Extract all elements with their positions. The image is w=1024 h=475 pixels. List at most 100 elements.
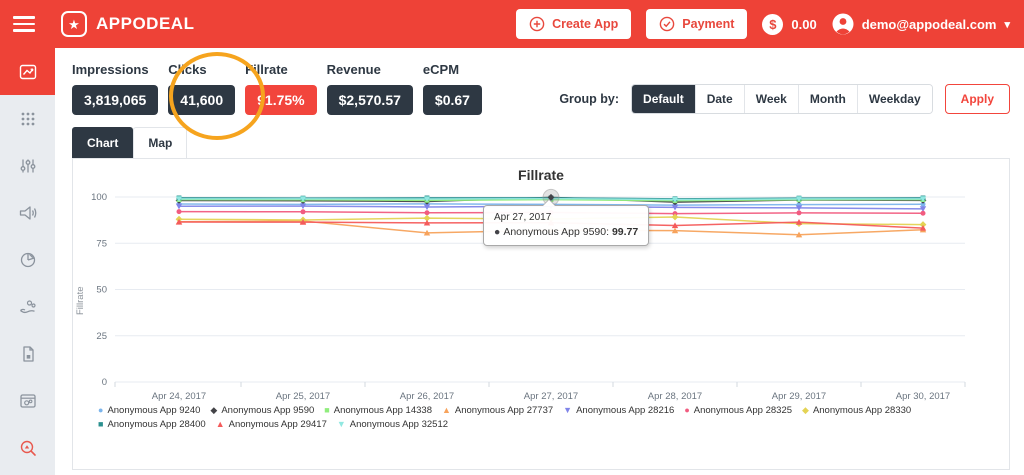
svg-text:Apr 25, 2017: Apr 25, 2017: [276, 391, 330, 402]
stat-label: Clicks: [168, 62, 207, 77]
sidebar-item-line-chart[interactable]: [0, 48, 55, 95]
stat-ecpm: eCPM $0.67: [422, 62, 482, 115]
plus-circle-icon: [529, 16, 545, 32]
document-icon: [22, 345, 34, 362]
legend-label: Anonymous App 9590: [221, 405, 315, 416]
group-by-option-weekday[interactable]: Weekday: [857, 85, 932, 113]
stat-impressions: Impressions 3,819,065: [72, 62, 159, 115]
sidebar: [0, 48, 55, 475]
payment-button[interactable]: Payment: [646, 9, 748, 39]
stat-value-badge[interactable]: $2,570.57: [326, 85, 413, 115]
caret-down-icon: ▾: [1004, 18, 1010, 31]
star-icon: ★: [61, 11, 87, 37]
svg-text:100: 100: [91, 192, 107, 203]
group-by-controls: Group by: Default Date Week Month Weekday Ap…: [559, 84, 1010, 114]
megaphone-icon: [19, 205, 36, 220]
stat-label: Fillrate: [245, 62, 288, 77]
stat-value-badge[interactable]: 3,819,065: [72, 85, 159, 115]
chart-tooltip: Apr 27, 2017 ● Anonymous App 9590: 99.77: [483, 199, 650, 246]
sidebar-item-promote[interactable]: [0, 189, 55, 236]
legend-marker-icon: ▲: [215, 419, 225, 429]
stats-bar: Impressions 3,819,065 Clicks 41,600 Fillrate…: [72, 62, 1010, 115]
sidebar-item-settings[interactable]: [0, 142, 55, 189]
sidebar-item-apps[interactable]: [0, 95, 55, 142]
stats-row: Impressions 3,819,065 Clicks 41,600 Fillrate…: [72, 62, 482, 115]
legend-label: Anonymous App 28330: [812, 405, 912, 416]
legend-marker-icon: ●: [98, 405, 104, 415]
monetization-hand-icon: [19, 299, 36, 313]
sidebar-item-reports[interactable]: [0, 236, 55, 283]
stat-label: eCPM: [422, 62, 460, 77]
create-app-button[interactable]: Create App: [516, 9, 632, 39]
legend-label: Anonymous App 28325: [693, 405, 793, 416]
search-analytics-icon: [20, 440, 36, 456]
group-by-option-default[interactable]: Default: [632, 85, 696, 113]
user-menu[interactable]: demo@appodeal.com ▾: [832, 13, 1010, 35]
legend-label: Anonymous App 32512: [349, 419, 449, 430]
stat-value-badge[interactable]: 91.75%: [245, 85, 317, 115]
user-email: demo@appodeal.com: [861, 16, 997, 32]
app-gears-icon: [19, 393, 36, 408]
stat-value-badge[interactable]: 41,600: [168, 85, 236, 115]
legend-label: Anonymous App 9240: [107, 405, 201, 416]
tooltip-date: Apr 27, 2017: [494, 212, 552, 223]
svg-text:50: 50: [96, 285, 107, 296]
legend-label: Anonymous App 28216: [576, 405, 675, 416]
svg-text:Apr 27, 2017: Apr 27, 2017: [524, 391, 578, 402]
svg-text:Apr 29, 2017: Apr 29, 2017: [772, 391, 826, 402]
group-by-option-week[interactable]: Week: [744, 85, 799, 113]
create-app-label: Create App: [552, 17, 619, 31]
stat-label: Revenue: [326, 62, 381, 77]
hamburger-menu-icon[interactable]: [13, 12, 35, 36]
check-circle-icon: [659, 16, 675, 32]
legend-item[interactable]: ● Anonymous App 9240: [98, 405, 200, 416]
svg-text:75: 75: [96, 238, 107, 249]
legend-item[interactable]: ■ Anonymous App 28400: [98, 419, 206, 430]
sidebar-item-monetize[interactable]: [0, 283, 55, 330]
sidebar-item-app-settings[interactable]: [0, 377, 55, 424]
stat-fillrate: Fillrate 91.75%: [245, 62, 317, 115]
tooltip-value: 99.77: [611, 226, 639, 238]
svg-text:Apr 24, 2017: Apr 24, 2017: [152, 391, 206, 402]
user-avatar-icon: [832, 13, 854, 35]
svg-text:Apr 30, 2017: Apr 30, 2017: [896, 391, 950, 402]
app-header: ★ APPODEAL Create App Payment $ 0.00 dem…: [0, 0, 1024, 48]
group-by-segmented-control: Default Date Week Month Weekday: [631, 84, 933, 114]
legend-label: Anonymous App 28400: [107, 419, 206, 430]
legend-item[interactable]: ● Anonymous App 28325: [684, 405, 792, 416]
line-chart-icon: [19, 64, 36, 79]
brand-name: APPODEAL: [96, 14, 195, 33]
view-tabs: Chart Map: [72, 127, 1010, 158]
group-by-option-date[interactable]: Date: [695, 85, 745, 113]
sidebar-item-search-analytics[interactable]: [0, 424, 55, 471]
balance[interactable]: $ 0.00: [762, 13, 817, 35]
payment-label: Payment: [682, 17, 735, 31]
stat-label: Impressions: [72, 62, 149, 77]
sidebar-item-documents[interactable]: [0, 330, 55, 377]
legend-marker-icon: ◆: [802, 405, 809, 415]
legend-item[interactable]: ◆ Anonymous App 28330: [802, 405, 911, 416]
stat-value-badge[interactable]: $0.67: [422, 85, 482, 115]
svg-text:Fillrate: Fillrate: [75, 286, 86, 315]
group-by-option-month[interactable]: Month: [798, 85, 858, 113]
apply-button[interactable]: Apply: [944, 84, 1010, 114]
legend-label: Anonymous App 27737: [454, 405, 554, 416]
legend-marker-icon: ●: [684, 405, 690, 415]
legend-item[interactable]: ■ Anonymous App 14338: [324, 405, 432, 416]
tab-chart[interactable]: Chart: [72, 127, 134, 158]
legend-item[interactable]: ▲ Anonymous App 27737: [442, 405, 553, 416]
legend-item[interactable]: ▼ Anonymous App 28216: [563, 405, 674, 416]
stat-revenue: Revenue $2,570.57: [326, 62, 413, 115]
legend-item[interactable]: ▼ Anonymous App 32512: [337, 419, 448, 430]
tab-map[interactable]: Map: [133, 127, 188, 158]
chart-title: Fillrate: [518, 167, 564, 183]
sliders-icon: [20, 159, 35, 172]
legend-item[interactable]: ▲ Anonymous App 29417: [216, 419, 327, 430]
appodeal-logo[interactable]: ★ APPODEAL: [61, 11, 194, 37]
legend-marker-icon: ▼: [563, 405, 573, 415]
tooltip-series-label: Anonymous App 9590:: [503, 226, 610, 238]
legend-item[interactable]: ◆ Anonymous App 9590: [210, 405, 314, 416]
balance-amount: 0.00: [791, 16, 817, 32]
svg-text:Apr 26, 2017: Apr 26, 2017: [400, 391, 454, 402]
tooltip-series-marker-icon: ●: [494, 226, 501, 238]
